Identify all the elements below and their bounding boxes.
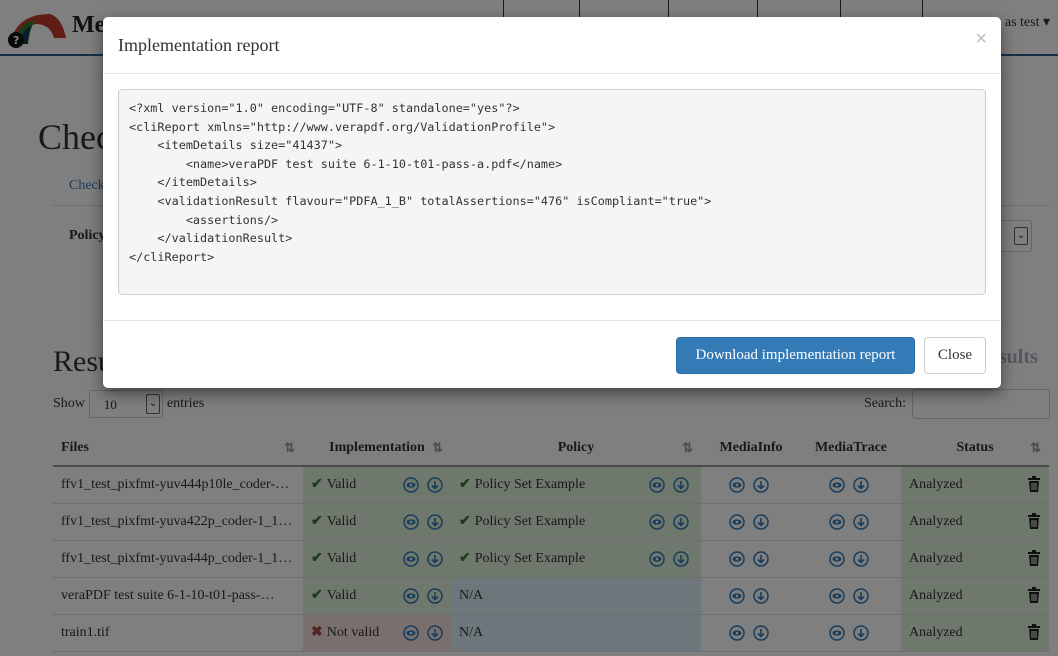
close-button[interactable]: Close [924,337,986,374]
xml-report-content: <?xml version="1.0" encoding="UTF-8" sta… [118,89,986,295]
modal-header: Implementation report × [103,17,1001,74]
implementation-report-modal: Implementation report × <?xml version="1… [103,17,1001,388]
close-icon[interactable]: × [975,29,987,49]
modal-title: Implementation report [118,35,280,55]
modal-footer: Download implementation report Close [103,320,1001,388]
modal-body: <?xml version="1.0" encoding="UTF-8" sta… [103,74,1001,310]
download-report-button[interactable]: Download implementation report [676,337,915,374]
